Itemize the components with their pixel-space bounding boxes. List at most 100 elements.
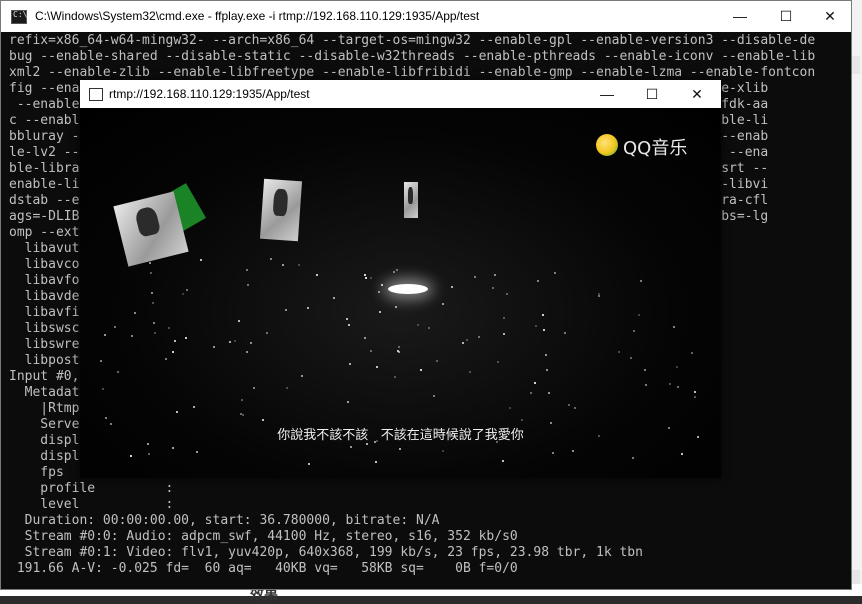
video-light-speck [238,320,240,322]
video-light-speck [270,258,272,260]
video-photo-sign [404,182,418,218]
video-light-speck [348,324,350,326]
video-light-speck [182,293,184,295]
video-light-speck [503,333,505,335]
video-light-speck [546,369,548,371]
video-light-speck [172,447,174,449]
video-light-speck [131,335,133,337]
video-light-speck [644,369,646,371]
video-light-speck [286,387,288,389]
ffplay-window-title: rtmp://192.168.110.129:1935/App/test [109,87,310,101]
cmd-window-icon[interactable] [11,10,27,24]
video-light-speck [676,366,678,368]
cmd-close-button[interactable]: ✕ [807,1,853,32]
console-line: Stream #0:0: Audio: adpcm_swf, 44100 Hz,… [9,529,518,544]
console-line: profile : [9,481,174,496]
video-light-speck [213,346,215,348]
ffplay-window-icon[interactable] [89,88,103,101]
video-light-speck [379,311,381,313]
video-light-speck [442,303,444,305]
video-light-speck [552,452,554,454]
video-light-speck [130,455,132,457]
video-light-speck [366,443,368,445]
video-photo-sign [259,178,303,242]
video-light-speck [638,314,640,316]
video-light-speck [365,277,367,279]
video-light-speck [497,361,499,363]
video-light-speck [117,371,119,373]
video-light-speck [285,309,287,311]
video-light-speck [530,392,532,394]
video-light-speck [350,446,352,448]
video-light-speck [266,332,268,334]
video-light-speck [537,280,539,282]
video-light-speck [697,436,699,438]
video-light-speck [428,327,430,329]
ffplay-minimize-button[interactable]: — [584,80,630,108]
video-light-speck [542,314,544,316]
video-light-speck [506,293,508,295]
video-light-speck [633,330,635,332]
video-light-speck [241,399,243,401]
video-light-speck [376,440,378,442]
video-light-speck [673,326,675,328]
video-light-speck [466,339,468,341]
video-light-speck [694,396,696,398]
video-light-speck [316,274,318,276]
video-light-speck [640,280,642,282]
video-light-speck [370,277,372,279]
video-light-speck [186,289,188,291]
video-light-speck [395,306,397,308]
video-light-speck [176,411,178,413]
video-light-speck [153,322,155,324]
video-light-speck [147,443,149,445]
video-light-speck [134,312,136,314]
video-light-speck [378,291,380,293]
video-light-speck [502,460,504,462]
video-light-speck [347,401,349,403]
video-light-speck [469,371,471,373]
video-light-speck [168,327,170,329]
cmd-scrollbar[interactable] [837,32,851,589]
console-line: refix=x86_64-w64-mingw32- --arch=x86_64 … [9,33,816,48]
video-light-speck [100,360,102,362]
video-light-speck [154,332,156,334]
video-light-speck [564,332,566,334]
cmd-minimize-button[interactable]: — [717,1,763,32]
video-light-speck [478,336,480,338]
video-light-speck [349,363,351,365]
cmd-titlebar[interactable]: C:\Windows\System32\cmd.exe - ffplay.exe… [1,1,851,32]
video-light-speck [102,388,104,390]
video-light-speck [200,259,202,261]
video-light-speck [193,406,195,408]
console-line: 191.66 A-V: -0.025 fd= 60 aq= 40KB vq= 5… [9,561,518,576]
video-light-speck [399,448,401,450]
video-light-speck [494,274,496,276]
ffplay-titlebar[interactable]: rtmp://192.168.110.129:1935/App/test — ☐… [80,80,721,108]
video-light-speck [149,262,151,264]
ffplay-maximize-button[interactable]: ☐ [629,80,675,108]
video-light-speck [393,271,395,273]
ffplay-close-button[interactable]: ✕ [674,80,720,108]
qq-music-icon [596,134,618,156]
video-light-speck [574,407,576,409]
video-light-speck [630,357,632,359]
video-light-speck [262,419,264,421]
video-light-speck [364,274,366,276]
video-light-speck [308,463,310,465]
video-light-speck [550,422,552,424]
cmd-maximize-button[interactable]: ☐ [763,1,809,32]
video-frame[interactable]: QQ音乐 你說我不該不該 不該在這時候說了我愛你 [80,108,721,478]
video-light-speck [509,407,511,409]
video-light-speck [548,392,550,394]
ffplay-window[interactable]: rtmp://192.168.110.129:1935/App/test — ☐… [80,80,721,478]
video-light-speck [114,326,116,328]
video-light-speck [691,352,693,354]
video-light-speck [618,351,620,353]
video-light-speck [521,419,523,421]
video-light-speck [333,297,335,299]
video-light-speck [282,264,284,266]
video-light-speck [185,337,187,339]
video-light-speck [681,453,683,455]
video-light-speck [298,264,300,266]
